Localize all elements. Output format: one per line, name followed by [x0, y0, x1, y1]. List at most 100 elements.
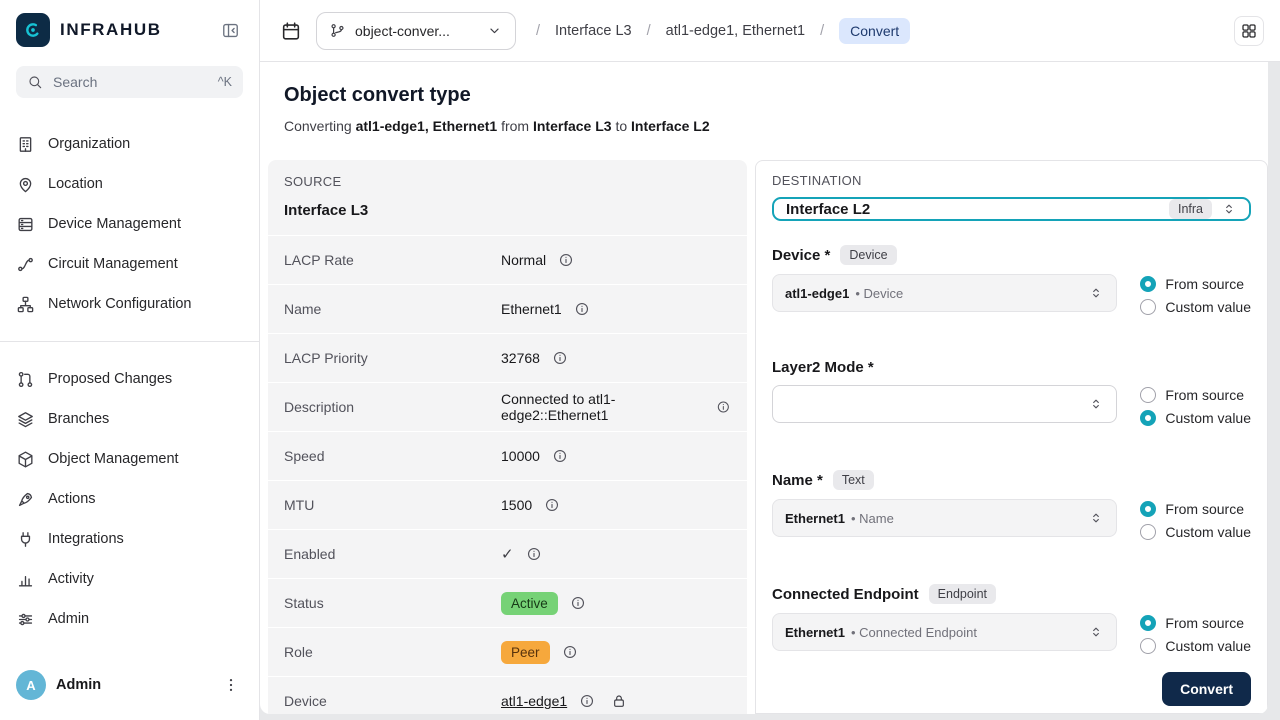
attribute-value: Connected to atl1-edge2::Ethernet1 [501, 391, 704, 423]
convert-button[interactable]: Convert [1162, 672, 1251, 706]
search-icon [27, 74, 43, 90]
info-icon[interactable] [552, 350, 568, 366]
info-icon[interactable] [526, 546, 542, 562]
info-icon[interactable] [716, 399, 731, 415]
topbar: object-conver... / Interface L3 / atl1-e… [260, 0, 1280, 62]
breadcrumb-item-interface-l3[interactable]: Interface L3 [555, 23, 632, 39]
bar-chart-icon [16, 570, 35, 589]
enabled-check: ✓ [501, 545, 514, 563]
source-row-enabled: Enabled ✓ [268, 529, 747, 578]
info-icon[interactable] [579, 693, 595, 709]
attribute-label: Name [284, 301, 501, 317]
custom-value-radio[interactable]: Custom value [1140, 299, 1251, 315]
info-icon[interactable] [544, 497, 560, 513]
field-name: Name * Text Ethernet1 • Name From source… [772, 470, 1251, 540]
name-select[interactable]: Ethernet1 • Name [772, 499, 1117, 537]
connected-endpoint-select[interactable]: Ethernet1 • Connected Endpoint [772, 613, 1117, 651]
sliders-icon [16, 610, 35, 629]
custom-value-radio[interactable]: Custom value [1140, 524, 1251, 540]
apps-menu-button[interactable] [1234, 16, 1264, 46]
branch-selector-value: object-conver... [355, 23, 477, 39]
source-row-description: Description Connected to atl1-edge2::Eth… [268, 382, 747, 431]
attribute-value: 1500 [501, 497, 532, 513]
breadcrumb-separator: / [647, 23, 651, 39]
layers-icon [16, 410, 35, 429]
rocket-icon [16, 490, 35, 509]
field-kind-badge: Text [833, 470, 874, 490]
select-stepper-icon [1088, 285, 1104, 301]
field-label: Name * [772, 472, 823, 489]
from-source-radio[interactable]: From source [1140, 387, 1251, 403]
from-source-radio[interactable]: From source [1140, 276, 1251, 292]
sidebar-item-activity[interactable]: Activity [0, 559, 259, 599]
source-panel: SOURCE Interface L3 LACP Rate Normal Nam… [268, 160, 747, 714]
sidebar-item-integrations[interactable]: Integrations [0, 519, 259, 559]
from-source-radio[interactable]: From source [1140, 501, 1251, 517]
sidebar-item-object-management[interactable]: Object Management [0, 439, 259, 479]
from-source-radio[interactable]: From source [1140, 615, 1251, 631]
breadcrumb-separator: / [536, 23, 540, 39]
source-type-title: Interface L3 [284, 202, 731, 219]
time-travel-button[interactable] [276, 16, 306, 46]
layer2-mode-select[interactable] [772, 385, 1117, 423]
info-icon[interactable] [570, 595, 586, 611]
attribute-label: Speed [284, 448, 501, 464]
field-device: Device * Device atl1-edge1 • Device From… [772, 245, 1251, 315]
attribute-label: Description [284, 399, 501, 415]
brand-name: INFRAHUB [60, 20, 162, 40]
grid-icon [1240, 22, 1258, 40]
custom-value-radio[interactable]: Custom value [1140, 410, 1251, 426]
sidebar: INFRAHUB Search ^K Organization Location… [0, 0, 260, 720]
user-menu-button[interactable] [219, 673, 243, 697]
field-label: Layer2 Mode * [772, 359, 874, 376]
destination-type-select[interactable]: Interface L2 Infra [772, 197, 1251, 221]
avatar[interactable]: A [16, 670, 46, 700]
sidebar-item-admin[interactable]: Admin [0, 599, 259, 639]
info-icon[interactable] [558, 252, 574, 268]
attribute-label: LACP Rate [284, 252, 501, 268]
source-row-lacp-priority: LACP Priority 32768 [268, 333, 747, 382]
sidebar-item-actions[interactable]: Actions [0, 479, 259, 519]
name-source-radios: From source Custom value [1140, 499, 1251, 540]
cube-icon [16, 450, 35, 469]
info-icon[interactable] [574, 301, 590, 317]
breadcrumb-item-object[interactable]: atl1-edge1, Ethernet1 [666, 23, 805, 39]
panels: SOURCE Interface L3 LACP Rate Normal Nam… [268, 160, 1268, 714]
sidebar-item-label: Integrations [48, 531, 124, 547]
sidebar-item-label: Organization [48, 136, 130, 152]
field-kind-badge: Endpoint [929, 584, 996, 604]
sidebar-divider [0, 341, 259, 342]
sidebar-item-device-management[interactable]: Device Management [0, 204, 259, 244]
sidebar-item-circuit-management[interactable]: Circuit Management [0, 244, 259, 284]
subtitle-object: atl1-edge1, Ethernet1 [356, 118, 498, 134]
sidebar-item-organization[interactable]: Organization [0, 124, 259, 164]
source-heading: SOURCE [284, 174, 731, 189]
info-icon[interactable] [552, 448, 568, 464]
sidebar-item-location[interactable]: Location [0, 164, 259, 204]
device-icon [16, 215, 35, 234]
breadcrumb: / Interface L3 / atl1-edge1, Ethernet1 /… [536, 18, 910, 44]
branch-selector[interactable]: object-conver... [316, 12, 516, 50]
device-select[interactable]: atl1-edge1 • Device [772, 274, 1117, 312]
sidebar-collapse-button[interactable] [217, 17, 243, 43]
sidebar-item-label: Actions [48, 491, 96, 507]
kebab-icon [222, 676, 240, 694]
panel-collapse-icon [221, 21, 240, 40]
sidebar-item-branches[interactable]: Branches [0, 399, 259, 439]
destination-panel: DESTINATION Interface L2 Infra Device * … [755, 160, 1268, 714]
sidebar-item-label: Location [48, 176, 103, 192]
custom-value-radio[interactable]: Custom value [1140, 638, 1251, 654]
role-badge: Peer [501, 641, 550, 664]
info-icon[interactable] [562, 644, 578, 660]
source-row-status: Status Active [268, 578, 747, 627]
sidebar-item-network-configuration[interactable]: Network Configuration [0, 284, 259, 324]
device-link[interactable]: atl1-edge1 [501, 693, 567, 709]
lock-icon [611, 693, 627, 709]
infrahub-logo-icon[interactable] [16, 13, 50, 47]
connected-endpoint-source-radios: From source Custom value [1140, 613, 1251, 654]
search-input[interactable]: Search ^K [16, 66, 243, 98]
map-pin-icon [16, 175, 35, 194]
field-label: Device * [772, 247, 830, 264]
subtitle-to-type: Interface L2 [631, 118, 710, 134]
sidebar-item-proposed-changes[interactable]: Proposed Changes [0, 359, 259, 399]
